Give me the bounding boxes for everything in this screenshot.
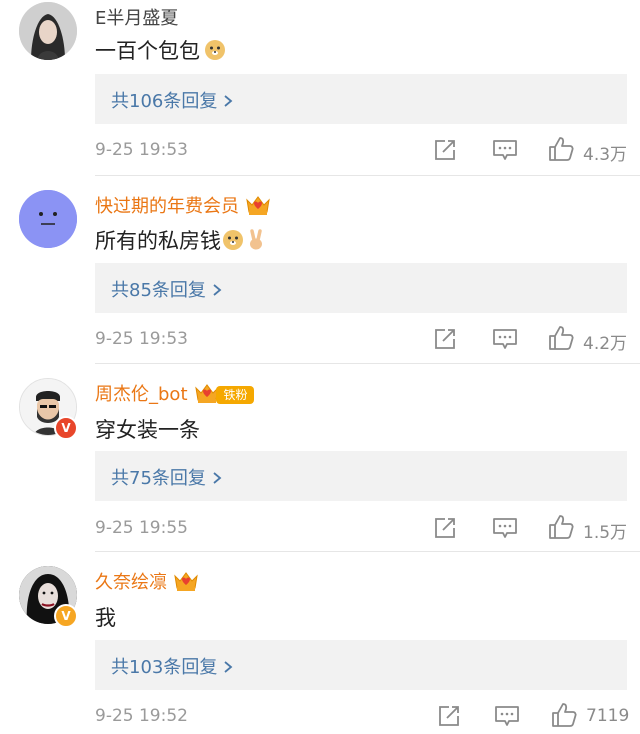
crown-icon [173,570,199,597]
timestamp: 9-25 19:53 [95,329,188,349]
comment-icon[interactable] [494,704,520,732]
share-icon[interactable] [433,327,457,355]
username[interactable]: E半月盛夏 [95,4,178,30]
reply-count-text[interactable]: 共103条回复 [111,657,217,678]
reply-count-text[interactable]: 共75条回复 [111,468,206,489]
chevron-right-icon [223,92,233,113]
comment-item: 快过期的年费会员 所有的私房钱 共85条回复 9-25 19:53 4.2万 [0,176,640,364]
username[interactable]: 周杰伦_bot 铁粉 [95,380,254,409]
doge-emoji-icon [222,229,244,256]
username-text[interactable]: E半月盛夏 [95,8,178,29]
like-count: 7119 [586,706,630,726]
share-icon[interactable] [433,516,457,544]
crown-icon [245,194,271,221]
reply-summary[interactable]: 共103条回复 [95,640,627,690]
timestamp: 9-25 19:53 [95,140,188,160]
comment-text: 我 [95,602,116,632]
like-count: 1.5万 [583,523,628,543]
comment-text-body: 我 [95,606,116,630]
comment-icon[interactable] [492,138,518,166]
like-count: 4.2万 [583,334,628,354]
like-icon[interactable] [548,325,574,355]
chevron-right-icon [212,281,222,302]
comment-text: 所有的私房钱 [95,225,266,256]
comment-text: 穿女装一条 [95,414,200,444]
comment-text-body: 一百个包包 [95,39,200,63]
like-icon[interactable] [551,702,577,732]
timestamp: 9-25 19:55 [95,518,188,538]
fan-badge: 铁粉 [215,386,254,404]
verified-badge-icon: V [54,416,78,440]
verified-badge-icon: V [54,604,78,628]
doge-emoji-icon [204,39,226,66]
chevron-right-icon [223,658,233,679]
timestamp: 9-25 19:52 [95,706,188,726]
comment-text: 一百个包包 [95,35,226,66]
comment-text-body: 穿女装一条 [95,418,200,442]
share-icon[interactable] [437,704,461,732]
reply-count-text[interactable]: 共85条回复 [111,280,206,301]
reply-count-text[interactable]: 共106条回复 [111,91,217,112]
comment-icon[interactable] [492,516,518,544]
like-icon[interactable] [548,514,574,544]
chevron-right-icon [212,469,222,490]
avatar[interactable] [19,190,77,248]
username-text[interactable]: 久奈绘凛 [95,572,167,593]
comment-icon[interactable] [492,327,518,355]
like-count: 4.3万 [583,145,628,165]
username-text[interactable]: 周杰伦_bot [95,384,188,405]
like-icon[interactable] [548,136,574,166]
victory-hand-emoji-icon [246,229,266,256]
share-icon[interactable] [433,138,457,166]
comment-text-body: 所有的私房钱 [95,229,221,253]
username-text[interactable]: 快过期的年费会员 [95,196,239,217]
comment-item: V 久奈绘凛 我 共103条回复 9-25 19:52 7119 [0,552,640,734]
reply-summary[interactable]: 共85条回复 [95,263,627,313]
reply-summary[interactable]: 共75条回复 [95,451,627,501]
avatar[interactable] [19,2,77,60]
comment-item: E半月盛夏 一百个包包 共106条回复 9-25 19:53 4.3万 [0,0,640,176]
username[interactable]: 快过期的年费会员 [95,192,271,221]
username[interactable]: 久奈绘凛 [95,568,199,597]
reply-summary[interactable]: 共106条回复 [95,74,627,124]
comment-item: V 周杰伦_bot 铁粉 穿女装一条 共75条回复 9-25 19:55 1.5… [0,364,640,552]
